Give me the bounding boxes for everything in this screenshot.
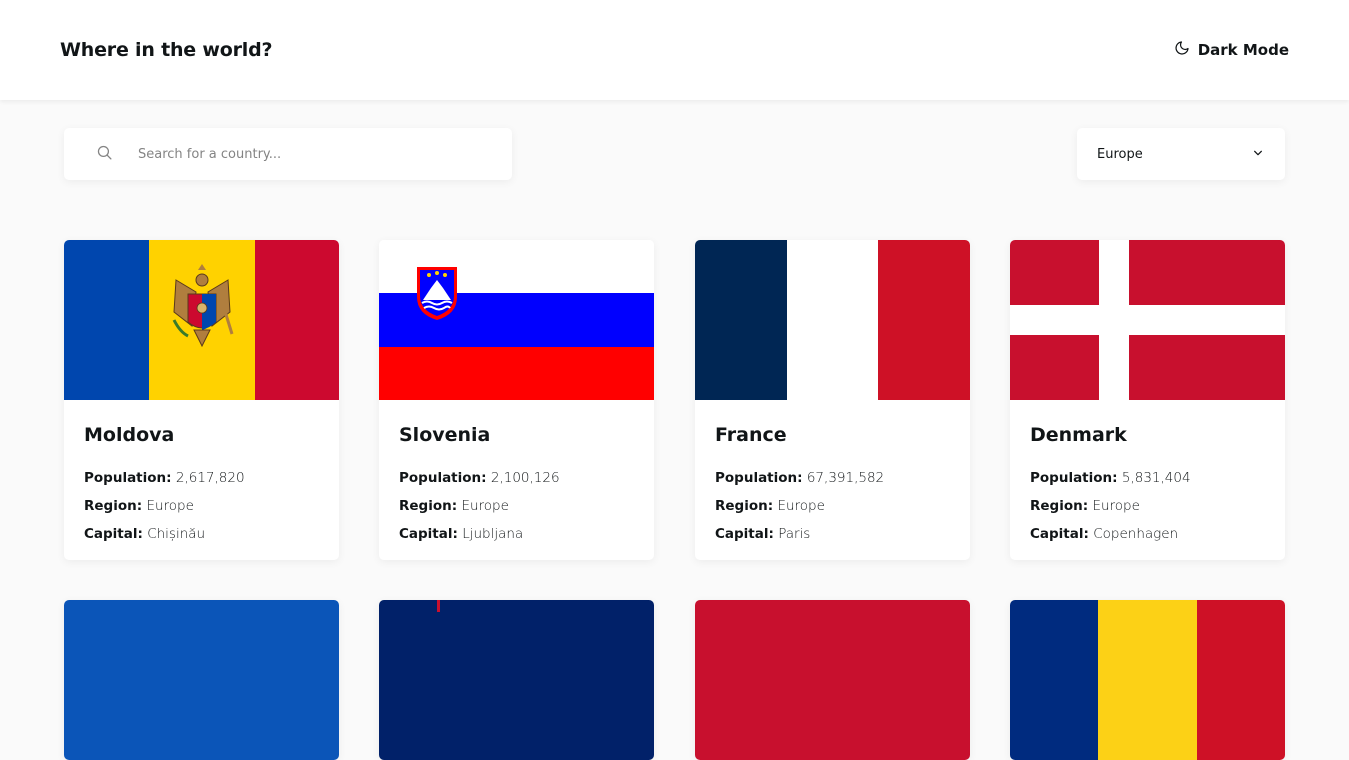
country-card-france[interactable]: France Population: 67,391,582 Region: Eu… [695, 240, 970, 560]
population-row: Population: 2,617,820 [84, 464, 319, 492]
dark-mode-toggle[interactable]: Dark Mode [1174, 40, 1289, 60]
partial-flag-image [379, 600, 654, 760]
capital-value: Paris [778, 526, 811, 542]
region-value: Europe [461, 498, 509, 514]
country-name: Slovenia [399, 424, 491, 446]
population-label: Population: [399, 470, 487, 486]
moon-icon [1174, 40, 1190, 60]
capital-value: Copenhagen [1093, 526, 1179, 542]
population-value: 67,391,582 [806, 470, 885, 486]
dark-mode-label: Dark Mode [1197, 41, 1289, 59]
capital-row: Capital: Copenhagen [1030, 520, 1265, 548]
region-filter-select[interactable]: Europe [1077, 128, 1285, 180]
country-card-partial-1[interactable] [64, 600, 339, 760]
region-row: Region: Europe [715, 492, 950, 520]
region-value: Europe [777, 498, 825, 514]
controls-bar: Europe [64, 128, 1285, 180]
capital-label: Capital: [399, 526, 458, 542]
country-card-partial-4[interactable] [1010, 600, 1285, 760]
country-name: Denmark [1030, 424, 1127, 446]
search-input[interactable] [138, 146, 478, 162]
country-name: France [715, 424, 787, 446]
country-card-partial-3[interactable] [695, 600, 970, 760]
capital-value: Ljubljana [462, 526, 524, 542]
country-card-denmark[interactable]: Denmark Population: 5,831,404 Region: Eu… [1010, 240, 1285, 560]
capital-row: Capital: Chișinău [84, 520, 319, 548]
region-row: Region: Europe [84, 492, 319, 520]
region-filter-value: Europe [1097, 146, 1143, 162]
country-card-slovenia[interactable]: Slovenia Population: 2,100,126 Region: E… [379, 240, 654, 560]
population-value: 5,831,404 [1121, 470, 1191, 486]
country-card-moldova[interactable]: Moldova Population: 2,617,820 Region: Eu… [64, 240, 339, 560]
france-flag-image [695, 240, 970, 400]
site-header: Where in the world? Dark Mode [0, 0, 1349, 100]
denmark-flag-image [1010, 240, 1285, 400]
region-row: Region: Europe [1030, 492, 1265, 520]
region-label: Region: [399, 498, 458, 514]
population-row: Population: 67,391,582 [715, 464, 950, 492]
region-row: Region: Europe [399, 492, 634, 520]
capital-label: Capital: [84, 526, 143, 542]
country-name: Moldova [84, 424, 175, 446]
region-value: Europe [1092, 498, 1140, 514]
capital-row: Capital: Paris [715, 520, 950, 548]
capital-value: Chișinău [147, 526, 206, 542]
population-row: Population: 5,831,404 [1030, 464, 1265, 492]
search-icon [96, 144, 113, 165]
region-value: Europe [146, 498, 194, 514]
partial-flag-image [1010, 600, 1285, 760]
population-value: 2,617,820 [175, 470, 245, 486]
capital-label: Capital: [1030, 526, 1089, 542]
population-label: Population: [1030, 470, 1118, 486]
population-value: 2,100,126 [490, 470, 560, 486]
site-title: Where in the world? [60, 39, 273, 61]
capital-label: Capital: [715, 526, 774, 542]
country-card-partial-2[interactable] [379, 600, 654, 760]
slovenia-flag-image [379, 240, 654, 400]
region-label: Region: [715, 498, 774, 514]
capital-row: Capital: Ljubljana [399, 520, 634, 548]
chevron-down-icon [1253, 147, 1263, 162]
search-box[interactable] [64, 128, 512, 180]
region-label: Region: [84, 498, 143, 514]
slovenia-coat-of-arms [417, 267, 457, 320]
partial-flag-image [64, 600, 339, 760]
population-label: Population: [715, 470, 803, 486]
population-label: Population: [84, 470, 172, 486]
partial-flag-image [695, 600, 970, 760]
population-row: Population: 2,100,126 [399, 464, 634, 492]
moldova-flag-image [64, 240, 339, 400]
region-label: Region: [1030, 498, 1089, 514]
